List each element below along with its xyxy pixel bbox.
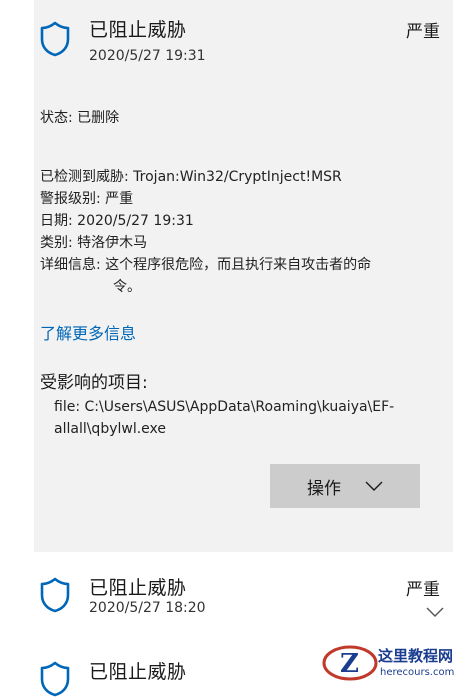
- threat-date: 2020/5/27 18:20: [89, 600, 206, 616]
- details-label: 详细信息:: [40, 257, 101, 273]
- chevron-down-icon[interactable]: [426, 602, 444, 617]
- svg-text:Z: Z: [340, 649, 359, 679]
- status-row: 状态: 已删除: [40, 107, 119, 127]
- alert-level-label: 警报级别:: [40, 191, 101, 207]
- date-value: 2020/5/27 19:31: [77, 213, 194, 229]
- details-value-cont: 令。: [113, 279, 141, 295]
- threat-detected-row: 已检测到威胁: Trojan:Win32/CryptInject!MSR: [40, 166, 342, 186]
- watermark-text: 这里教程网: [378, 647, 454, 665]
- affected-items-heading: 受影响的项目:: [40, 373, 148, 393]
- watermark-url: herecours.com: [380, 667, 455, 678]
- date-row: 日期: 2020/5/27 19:31: [40, 210, 194, 230]
- severity-label: 严重: [406, 22, 440, 42]
- shield-icon: [38, 20, 72, 58]
- alert-level-value: 严重: [105, 191, 134, 207]
- actions-button-label: 操作: [307, 478, 341, 499]
- threat-title[interactable]: 已阻止威胁: [89, 573, 187, 600]
- category-value: 特洛伊木马: [77, 235, 148, 251]
- category-label: 类别:: [40, 235, 73, 251]
- threat-detected-value: Trojan:Win32/CryptInject!MSR: [133, 169, 342, 185]
- category-row: 类别: 特洛伊木马: [40, 232, 147, 252]
- threat-title[interactable]: 已阻止威胁: [89, 657, 187, 684]
- date-label: 日期:: [40, 213, 73, 229]
- threat-date: 2020/5/27 19:31: [89, 48, 206, 64]
- severity-label: 严重: [406, 580, 440, 600]
- details-value: 这个程序很危险，而且执行来自攻击者的命: [105, 257, 372, 273]
- threat-title[interactable]: 已阻止威胁: [89, 15, 187, 42]
- affected-file-path: file: C:\Users\ASUS\AppData\Roaming\kuai…: [54, 396, 434, 440]
- file-path-line2: allall\qbylwl.exe: [54, 421, 167, 437]
- learn-more-link[interactable]: 了解更多信息: [40, 320, 136, 344]
- threat-detected-label: 已检测到威胁:: [40, 169, 129, 185]
- shield-icon: [38, 660, 72, 698]
- shield-icon: [38, 576, 72, 614]
- alert-level-row: 警报级别: 严重: [40, 188, 133, 208]
- file-path-line1: file: C:\Users\ASUS\AppData\Roaming\kuai…: [54, 399, 395, 415]
- status-value: 已删除: [77, 110, 120, 126]
- status-label: 状态:: [40, 110, 73, 126]
- chevron-down-icon: [365, 481, 383, 491]
- actions-button[interactable]: 操作: [270, 464, 420, 508]
- details-row: 详细信息: 这个程序很危险，而且执行来自攻击者的命: [40, 254, 371, 274]
